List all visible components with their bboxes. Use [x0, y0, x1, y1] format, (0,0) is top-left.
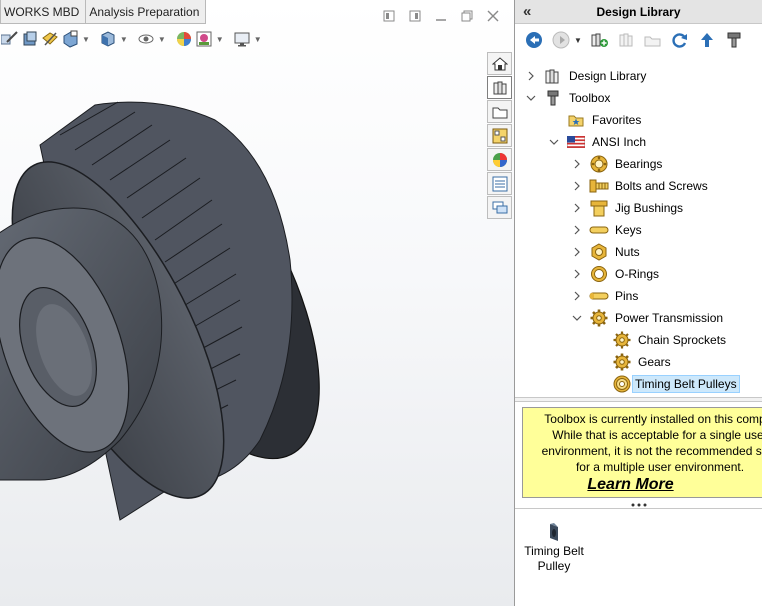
- tree-node-label: Power Transmission: [615, 311, 724, 325]
- tree-node-favorites[interactable]: Favorites: [548, 110, 644, 130]
- design-library-toolbar: ▼: [515, 24, 762, 56]
- pane-splitter[interactable]: [515, 397, 762, 402]
- home-icon[interactable]: [487, 52, 512, 75]
- back-icon[interactable]: [524, 30, 544, 50]
- up-one-level-icon[interactable]: [697, 30, 717, 50]
- tree-node-gears[interactable]: Gears: [594, 352, 674, 372]
- tree-node-bearings[interactable]: Bearings: [571, 154, 665, 174]
- toolbox-settings-icon[interactable]: [724, 30, 744, 50]
- key-icon: [589, 221, 609, 239]
- tree-node-nuts[interactable]: Nuts: [571, 242, 643, 262]
- tree-node-label: Toolbox: [569, 91, 611, 105]
- tree-node-toolbox[interactable]: Toolbox: [525, 88, 613, 108]
- add-file-location-icon[interactable]: [616, 30, 636, 50]
- chevron-right-icon[interactable]: [571, 225, 583, 235]
- tree-node-label: Gears: [638, 355, 671, 369]
- jig-bushing-icon: [589, 199, 609, 217]
- tree-node-ansi-inch[interactable]: ANSI Inch: [548, 132, 649, 152]
- design-library-icon[interactable]: [487, 76, 512, 99]
- timing-belt-pulley-model[interactable]: [0, 0, 514, 606]
- gear-icon: [612, 353, 632, 371]
- chevron-right-icon[interactable]: [571, 203, 583, 213]
- tree-node-label: Bolts and Screws: [615, 179, 708, 193]
- appearances-icon[interactable]: [487, 148, 512, 171]
- tree-node-keys[interactable]: Keys: [571, 220, 645, 240]
- create-new-folder-icon[interactable]: [643, 30, 663, 50]
- file-explorer-icon[interactable]: [487, 100, 512, 123]
- custom-properties-icon[interactable]: [487, 172, 512, 195]
- tree-node-pins[interactable]: Pins: [571, 286, 641, 306]
- chevron-right-icon[interactable]: [571, 181, 583, 191]
- timing-belt-pulley-part-icon: [550, 523, 558, 541]
- sprocket-icon: [612, 331, 632, 349]
- pane-splitter[interactable]: [515, 503, 762, 509]
- pane-header: « Design Library: [515, 0, 762, 24]
- chevron-down-icon[interactable]: [571, 314, 583, 322]
- chevron-right-icon[interactable]: [571, 247, 583, 257]
- file-item-label: Timing Belt Pulley: [524, 544, 584, 573]
- chevron-down-icon[interactable]: ▼: [574, 36, 582, 45]
- tree-node-label: Jig Bushings: [615, 201, 684, 215]
- chevron-right-icon[interactable]: [571, 291, 583, 301]
- tree-node-label: Favorites: [592, 113, 642, 127]
- us-flag-icon: [566, 133, 586, 151]
- task-pane-tab-strip: [487, 52, 514, 219]
- forum-icon[interactable]: [487, 196, 512, 219]
- chevron-right-icon[interactable]: [525, 71, 537, 81]
- o-ring-icon: [589, 265, 609, 283]
- tree-node-label: Nuts: [615, 245, 640, 259]
- tree-node-label: Bearings: [615, 157, 663, 171]
- pulley-icon: [612, 375, 632, 393]
- tree-node-chain-sprockets[interactable]: Chain Sprockets: [594, 330, 729, 350]
- chevron-down-icon[interactable]: [548, 138, 560, 146]
- pin-icon: [589, 287, 609, 305]
- tree-node-label: Keys: [615, 223, 642, 237]
- nut-icon: [589, 243, 609, 261]
- tree-node-label: ANSI Inch: [592, 135, 647, 149]
- notice-text: Toolbox is currently installed on this c…: [541, 412, 762, 474]
- chevron-down-icon[interactable]: [525, 94, 537, 102]
- toolbox-install-notice: Toolbox is currently installed on this c…: [522, 407, 762, 498]
- chevron-right-icon[interactable]: [571, 159, 583, 169]
- tree-node-label: O-Rings: [615, 267, 660, 281]
- gear-icon: [589, 309, 609, 327]
- refresh-icon[interactable]: [670, 30, 690, 50]
- tree-node-label: Timing Belt Pulleys: [632, 375, 740, 393]
- tree-node-timing-belt-pulleys[interactable]: Timing Belt Pulleys: [594, 374, 740, 394]
- tree-node-jig-bushings[interactable]: Jig Bushings: [571, 198, 686, 218]
- tree-node-label: Design Library: [569, 69, 647, 83]
- tree-node-bolts-and-screws[interactable]: Bolts and Screws: [571, 176, 711, 196]
- design-library-icon: [543, 67, 563, 85]
- library-file-view: Timing Belt Pulley: [515, 512, 762, 606]
- file-item-timing-belt-pulley[interactable]: Timing Belt Pulley: [521, 522, 587, 578]
- tree-node-power-transmission[interactable]: Power Transmission: [571, 308, 726, 328]
- graphics-area[interactable]: WORKS MBD Analysis Preparation ▼ ▼ ▼ ▼ ▼: [0, 0, 514, 606]
- tree-node-design-library[interactable]: Design Library: [525, 66, 649, 86]
- tree-node-label: Pins: [615, 289, 639, 303]
- bearing-icon: [589, 155, 609, 173]
- chevron-right-icon[interactable]: [571, 269, 583, 279]
- tree-node-label: Chain Sprockets: [638, 333, 727, 347]
- view-palette-icon[interactable]: [487, 124, 512, 147]
- pane-title: Design Library: [596, 5, 681, 19]
- learn-more-link[interactable]: Learn More: [523, 476, 762, 494]
- design-library-pane: « Design Library ▼ Design Library Toolbox…: [514, 0, 762, 606]
- add-to-library-icon[interactable]: [589, 30, 609, 50]
- forward-icon[interactable]: [551, 30, 571, 50]
- bolt-icon: [589, 177, 609, 195]
- toolbox-icon: [543, 89, 563, 107]
- tree-node-o-rings[interactable]: O-Rings: [571, 264, 662, 284]
- favorites-star-icon: [566, 111, 586, 129]
